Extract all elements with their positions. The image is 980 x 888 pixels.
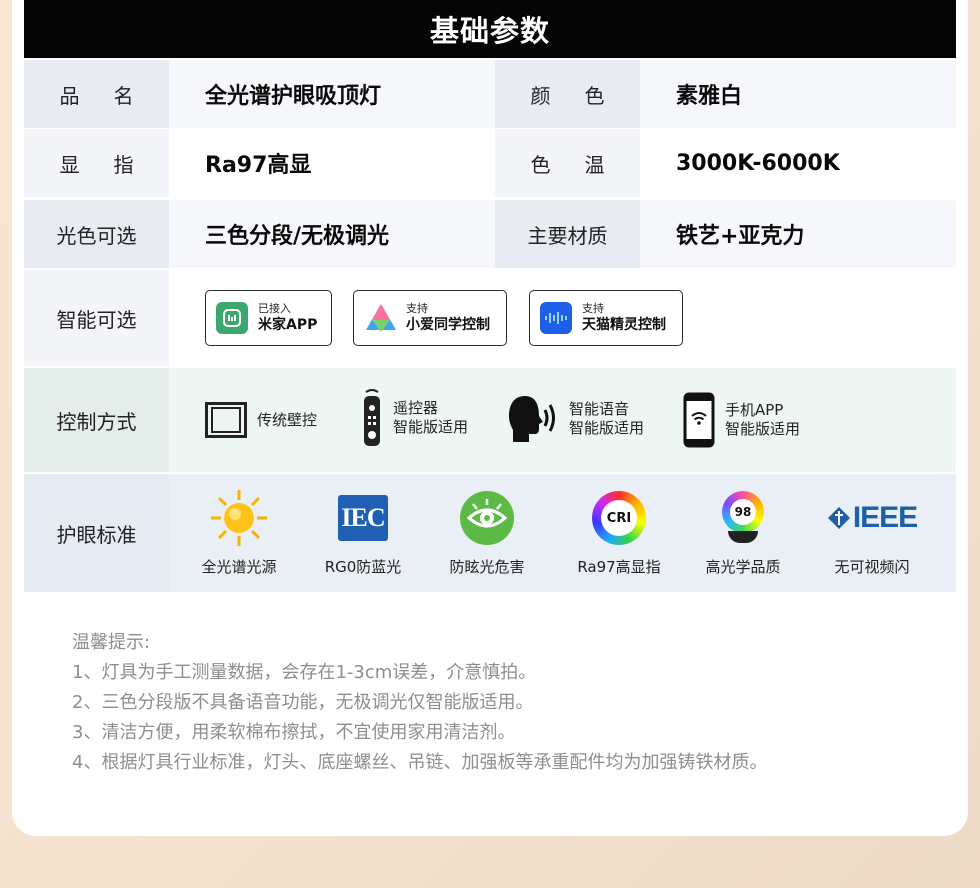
display-value: Ra97高显: [169, 129, 495, 197]
std-caption: 无可视频闪: [834, 558, 910, 576]
mijia-icon: [216, 302, 248, 334]
std-cri: CRI Ra97高显指: [559, 488, 679, 577]
material-value: 铁艺+亚克力: [640, 200, 956, 268]
iec-icon: IEC: [303, 488, 423, 548]
std-anti-glare: 防眩光危害: [427, 488, 547, 577]
ieee-icon: IEEE: [805, 488, 939, 548]
cri-icon: CRI: [559, 488, 679, 548]
light-label: 光色可选: [24, 200, 169, 268]
tip-line: 1、灯具为手工测量数据，会存在1-3cm误差，介意慎拍。: [72, 662, 537, 683]
smart-row: 智能可选 已接入 米家APP 支持 小爱同学控制 支持 天猫精灵控制: [24, 270, 956, 366]
std-full-spectrum: 全光谱光源: [179, 488, 299, 577]
temp-value: 3000K-6000K: [640, 129, 956, 197]
ra98-icon: 98: [683, 488, 803, 548]
voice-icon: [509, 396, 555, 442]
badge-xiaoai: 支持 小爱同学控制: [353, 290, 507, 346]
material-label: 主要材质: [495, 200, 640, 268]
eye-icon: [427, 488, 547, 548]
light-value: 三色分段/无极调光: [169, 200, 495, 268]
phone-app-icon: [683, 392, 715, 448]
smart-badges: 已接入 米家APP 支持 小爱同学控制 支持 天猫精灵控制: [169, 270, 956, 366]
eye-standard-row: 护眼标准 全光谱光源 IEC RG0防蓝光 防眩光危害 CRI Ra97高显指 …: [24, 474, 956, 592]
temp-label: 色温: [495, 129, 640, 197]
std-caption: RG0防蓝光: [324, 558, 402, 576]
badge-tmall-genie: 支持 天猫精灵控制: [529, 290, 683, 346]
display-label: 显指: [24, 129, 169, 197]
wall-switch-icon: [205, 402, 247, 438]
std-caption: Ra97高显指: [577, 558, 661, 576]
badge-mijia: 已接入 米家APP: [205, 290, 332, 346]
color-label: 颜色: [495, 60, 640, 128]
sun-icon: [179, 488, 299, 548]
std-caption: 高光学品质: [705, 558, 781, 576]
name-value: 全光谱护眼吸顶灯: [169, 60, 495, 128]
control-items: 传统壁控 遥控器 智能版适用 智能语音 智能版适用 手机APP 智能版适用: [169, 368, 956, 472]
control-row: 控制方式 传统壁控 遥控器 智能版适用 智能语音 智能版适用 手机APP 智能版适用: [24, 368, 956, 472]
std-optical-quality: 98 高光学品质: [683, 488, 803, 577]
param-row-light: 光色可选 三色分段/无极调光 主要材质 铁艺+亚克力: [24, 200, 956, 268]
std-flicker-free: IEEE 无可视频闪: [805, 488, 939, 577]
param-row-name: 品名 全光谱护眼吸顶灯 颜色 素雅白: [24, 60, 956, 128]
tips-block: 温馨提示: 1、灯具为手工测量数据，会存在1-3cm误差，介意慎拍。 2、三色分…: [72, 628, 767, 778]
control-phone-app: 手机APP 智能版适用: [683, 392, 800, 448]
color-value: 素雅白: [640, 60, 956, 128]
tip-line: 4、根据灯具行业标准，灯头、底座螺丝、吊链、加强板等承重配件均为加强铸铁材质。: [72, 752, 768, 773]
control-wall-switch: 传统壁控: [205, 402, 317, 438]
param-row-display: 显指 Ra97高显 色温 3000K-6000K: [24, 129, 956, 197]
std-caption: 防眩光危害: [449, 558, 525, 576]
header-title: 基础参数: [429, 14, 550, 48]
name-label: 品名: [24, 60, 169, 128]
remote-icon: [364, 389, 380, 446]
xiaoai-icon: [364, 302, 396, 334]
tips-title: 温馨提示:: [72, 632, 151, 653]
eye-items: 全光谱光源 IEC RG0防蓝光 防眩光危害 CRI Ra97高显指 98 高光…: [169, 474, 956, 592]
control-label: 控制方式: [24, 368, 169, 472]
control-remote: 遥控器 智能版适用: [361, 388, 468, 448]
tip-line: 2、三色分段版不具备语音功能，无极调光仅智能版适用。: [72, 692, 534, 713]
std-rg0: IEC RG0防蓝光: [303, 488, 423, 577]
tmall-genie-icon: [540, 302, 572, 334]
control-voice: 智能语音 智能版适用: [507, 394, 644, 444]
smart-label: 智能可选: [24, 270, 169, 366]
std-caption: 全光谱光源: [201, 558, 277, 576]
tip-line: 3、清洁方便，用柔软棉布擦拭，不宜使用家用清洁剂。: [72, 722, 516, 743]
eye-label: 护眼标准: [24, 474, 169, 592]
section-header: 基础参数: [24, 0, 956, 58]
